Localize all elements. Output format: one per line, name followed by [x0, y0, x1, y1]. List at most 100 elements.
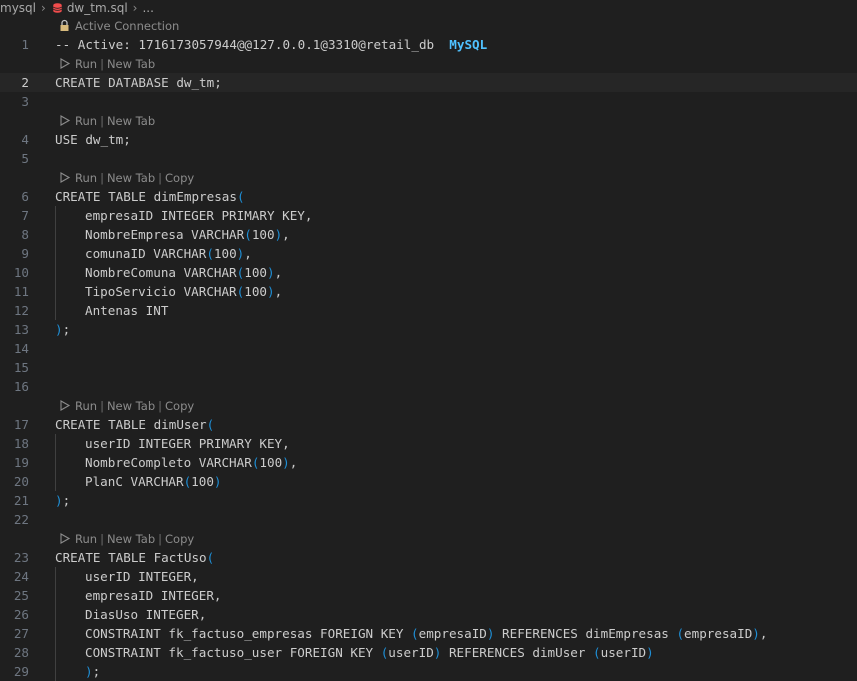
code-text: CREATE DATABASE dw_tm; [55, 75, 222, 90]
line-number: 27 [13, 626, 29, 641]
line-number: 20 [13, 474, 29, 489]
code-line[interactable]: 25 empresaID INTEGER, [0, 586, 857, 605]
codelens-run[interactable]: Run [75, 399, 97, 413]
codelens-separator: | [100, 56, 104, 71]
code-content: userID INTEGER, [55, 567, 199, 586]
code-line[interactable]: 2 CREATE DATABASE dw_tm; [0, 73, 857, 92]
line-number: 8 [21, 227, 29, 242]
code-line[interactable]: 7 empresaID INTEGER PRIMARY KEY, [0, 206, 857, 225]
codelens-new-tab[interactable]: New Tab [107, 57, 155, 71]
codelens-separator: | [100, 398, 104, 413]
line-number: 16 [13, 379, 29, 394]
line-number: 4 [21, 132, 29, 147]
indent-guide [55, 206, 85, 225]
code-line[interactable]: 10 NombreComuna VARCHAR(100), [0, 263, 857, 282]
line-number: 26 [13, 607, 29, 622]
codelens-run[interactable]: Run [75, 532, 97, 546]
codelens-new-tab[interactable]: New Tab [107, 171, 155, 185]
code-text: NombreComuna VARCHAR(100), [85, 265, 283, 280]
code-line[interactable]: 27 CONSTRAINT fk_factuso_empresas FOREIGN… [0, 624, 857, 643]
code-content: NombreEmpresa VARCHAR(100), [55, 225, 290, 244]
code-content: NombreCompleto VARCHAR(100), [55, 453, 297, 472]
codelens-copy[interactable]: Copy [165, 171, 194, 185]
code-text: empresaID INTEGER, [85, 588, 222, 603]
indent-guide [55, 472, 85, 491]
code-line[interactable]: 12 Antenas INT [0, 301, 857, 320]
code-content: PlanC VARCHAR(100) [55, 472, 222, 491]
code-line[interactable]: 1 -- Active: 1716173057944@@127.0.0.1@331… [0, 35, 857, 54]
code-line[interactable]: 8 NombreEmpresa VARCHAR(100), [0, 225, 857, 244]
code-content: CREATE TABLE dimEmpresas( [55, 187, 245, 206]
code-text: CREATE TABLE dimUser( [55, 417, 215, 432]
indent-guide [55, 605, 85, 624]
code-content: ); [55, 491, 70, 510]
code-editor[interactable]: Active Connection 1 -- Active: 17161730579… [0, 16, 857, 681]
breadcrumb: mysql › dw_tm.sql › ... [0, 0, 857, 16]
code-text: NombreCompleto VARCHAR(100), [85, 455, 298, 470]
mysql-badge[interactable]: MySQL [449, 37, 487, 52]
code-line[interactable]: 9 comunaID VARCHAR(100), [0, 244, 857, 263]
codelens-active-connection[interactable]: Active Connection [75, 19, 179, 33]
code-content: comunaID VARCHAR(100), [55, 244, 252, 263]
code-line[interactable]: 18 userID INTEGER PRIMARY KEY, [0, 434, 857, 453]
code-line[interactable]: 28 CONSTRAINT fk_factuso_user FOREIGN KEY… [0, 643, 857, 662]
code-line[interactable]: 23 CREATE TABLE FactUso( [0, 548, 857, 567]
run-icon [60, 533, 71, 544]
code-line[interactable]: 14 [0, 339, 857, 358]
run-codelens: Run | New Tab | Copy [0, 168, 857, 187]
line-number: 14 [13, 341, 29, 356]
codelens-copy[interactable]: Copy [165, 399, 194, 413]
code-line[interactable]: 29); [0, 662, 857, 681]
code-line[interactable]: 13); [0, 320, 857, 339]
code-line[interactable]: 24 userID INTEGER, [0, 567, 857, 586]
code-text: CONSTRAINT fk_factuso_user FOREIGN KEY (… [85, 645, 654, 660]
code-line[interactable]: 11 TipoServicio VARCHAR(100), [0, 282, 857, 301]
line-number: 5 [21, 151, 29, 166]
code-content: CREATE TABLE dimUser( [55, 415, 214, 434]
code-content: empresaID INTEGER, [55, 586, 221, 605]
breadcrumb-file[interactable]: dw_tm.sql [67, 1, 128, 15]
codelens-separator: | [158, 531, 163, 546]
line-number: 1 [21, 37, 29, 52]
code-line[interactable]: 22 [0, 510, 857, 529]
code-line[interactable]: 16 [0, 377, 857, 396]
indent-guide [55, 567, 85, 586]
code-text: CREATE TABLE dimEmpresas( [55, 189, 245, 204]
code-line[interactable]: 20 PlanC VARCHAR(100) [0, 472, 857, 491]
code-line[interactable]: 5 [0, 149, 857, 168]
breadcrumb-more[interactable]: ... [142, 1, 153, 15]
line-number: 15 [13, 360, 29, 375]
code-line[interactable]: 26 DiasUso INTEGER, [0, 605, 857, 624]
code-line[interactable]: 17 CREATE TABLE dimUser( [0, 415, 857, 434]
codelens-run[interactable]: Run [75, 57, 97, 71]
code-content: ); [55, 320, 70, 339]
line-number: 6 [21, 189, 29, 204]
codelens-new-tab[interactable]: New Tab [107, 399, 155, 413]
indent-guide [55, 282, 85, 301]
code-text: Antenas INT [85, 303, 169, 318]
indent-guide [55, 263, 85, 282]
code-text: userID INTEGER, [85, 569, 199, 584]
line-number: 25 [13, 588, 29, 603]
line-number: 3 [21, 94, 29, 109]
code-line[interactable]: 19 NombreCompleto VARCHAR(100), [0, 453, 857, 472]
code-content: CREATE DATABASE dw_tm; [55, 73, 222, 92]
code-line[interactable]: 3 [0, 92, 857, 111]
codelens-separator: | [100, 113, 104, 128]
code-line[interactable]: 6 CREATE TABLE dimEmpresas( [0, 187, 857, 206]
code-content: -- Active: 1716173057944@@127.0.0.1@3310… [55, 35, 487, 54]
code-line[interactable]: 15 [0, 358, 857, 377]
breadcrumb-folder[interactable]: mysql [0, 1, 36, 15]
code-text: NombreEmpresa VARCHAR(100), [85, 227, 290, 242]
code-text: CREATE TABLE FactUso( [55, 550, 215, 565]
indent-guide [55, 453, 85, 472]
codelens-copy[interactable]: Copy [165, 532, 194, 546]
code-line[interactable]: 4 USE dw_tm; [0, 130, 857, 149]
codelens-new-tab[interactable]: New Tab [107, 114, 155, 128]
codelens-new-tab[interactable]: New Tab [107, 532, 155, 546]
code-line[interactable]: 21); [0, 491, 857, 510]
line-number: 13 [13, 322, 29, 337]
line-number: 21 [13, 493, 29, 508]
codelens-run[interactable]: Run [75, 114, 97, 128]
codelens-run[interactable]: Run [75, 171, 97, 185]
